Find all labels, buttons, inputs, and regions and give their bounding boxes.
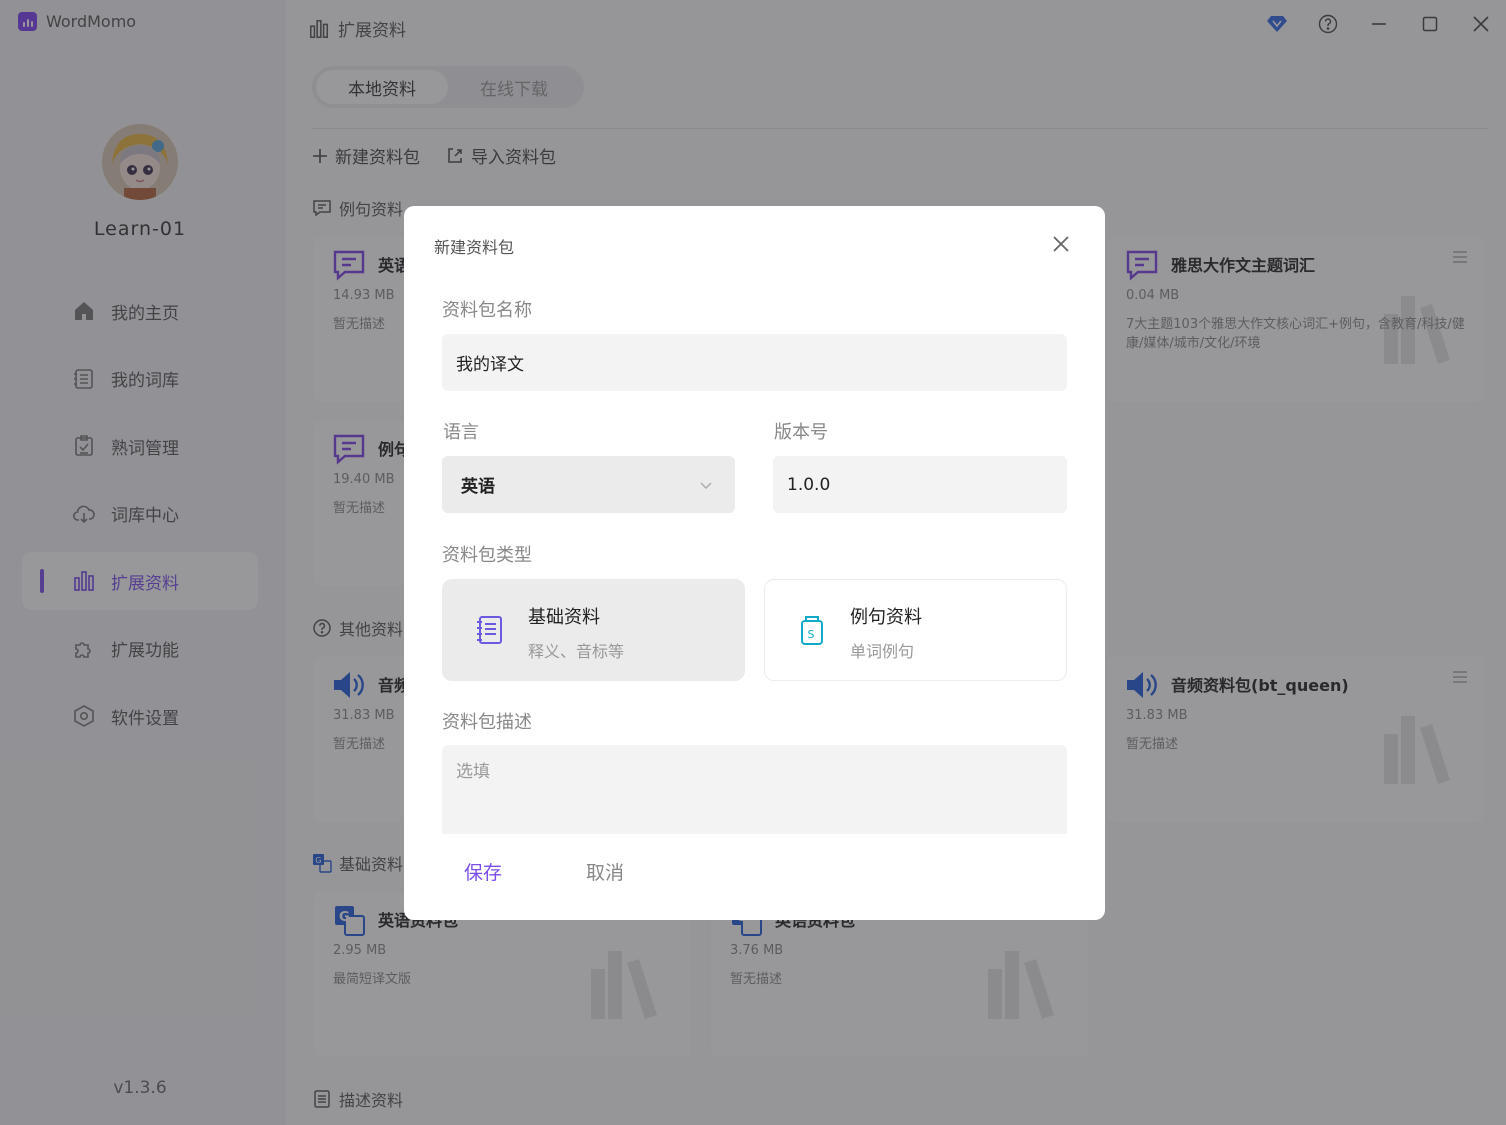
notebook-icon <box>474 614 506 646</box>
type-sub: 释义、音标等 <box>528 642 625 661</box>
svg-text:S: S <box>808 628 815 641</box>
version-input[interactable] <box>773 456 1067 513</box>
type-label: 资料包类型 <box>442 545 532 566</box>
new-package-dialog: 新建资料包 资料包名称 语言 英语 版本号 资料包类型 基础资料 释义、音标等 … <box>404 206 1105 920</box>
save-button[interactable]: 保存 <box>464 858 502 885</box>
package-name-input[interactable] <box>442 334 1067 391</box>
type-basic-option[interactable]: 基础资料 释义、音标等 <box>442 579 745 681</box>
chevron-down-icon <box>699 478 713 492</box>
dialog-close-button[interactable] <box>1049 232 1073 256</box>
type-sub: 单词例句 <box>850 642 915 661</box>
jar-s-icon: S <box>796 614 828 646</box>
name-label: 资料包名称 <box>442 300 532 321</box>
language-value: 英语 <box>461 477 495 497</box>
language-label: 语言 <box>443 422 479 443</box>
type-name: 例句资料 <box>850 607 922 628</box>
description-input[interactable] <box>442 745 1067 834</box>
cancel-button[interactable]: 取消 <box>586 858 624 885</box>
type-example-option[interactable]: S 例句资料 单词例句 <box>764 579 1067 681</box>
close-icon <box>1049 232 1073 256</box>
description-label: 资料包描述 <box>442 712 532 733</box>
type-name: 基础资料 <box>528 607 600 628</box>
dialog-title: 新建资料包 <box>434 238 515 257</box>
language-select[interactable]: 英语 <box>442 456 735 513</box>
version-label: 版本号 <box>774 422 828 443</box>
